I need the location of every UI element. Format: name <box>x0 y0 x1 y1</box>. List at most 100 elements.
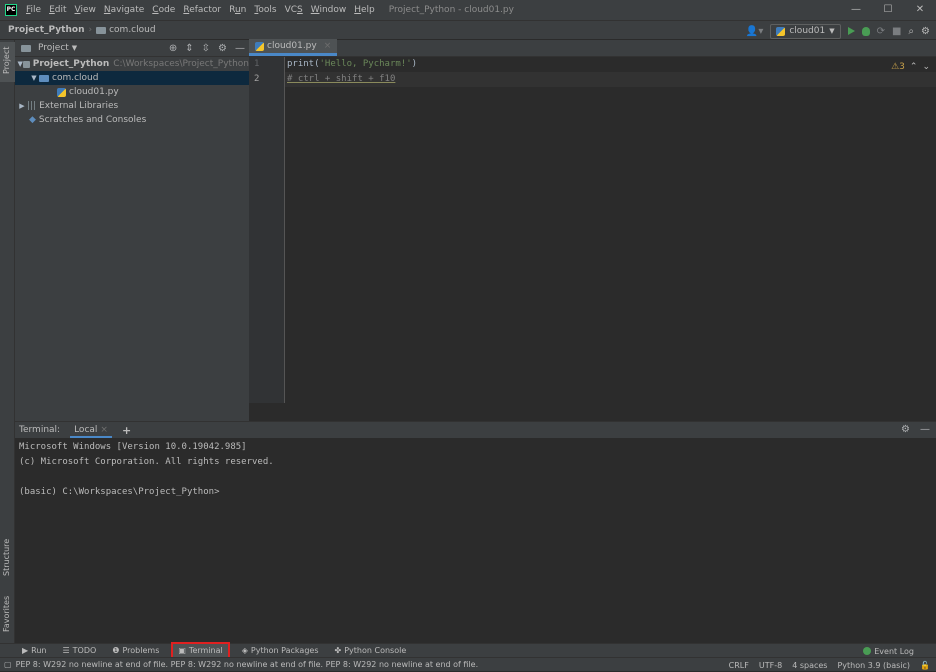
tool-tab-python-console[interactable]: ✤ Python Console <box>333 644 409 658</box>
left-tool-strip: Project Structure Favorites <box>0 40 15 643</box>
event-log-icon <box>863 647 872 655</box>
tool-tab-structure-label: Structure <box>2 538 11 576</box>
gear-icon[interactable]: ⚙ <box>218 43 227 54</box>
tool-tab-label: TODO <box>72 646 97 655</box>
indent-widget[interactable]: 4 spaces <box>792 661 827 670</box>
run-icon[interactable] <box>847 27 855 35</box>
tree-item-scratches[interactable]: ◆ Scratches and Consoles <box>15 113 249 127</box>
close-button[interactable]: ✕ <box>904 0 936 20</box>
tree-item-label: Project_Python <box>32 59 110 69</box>
gear-icon[interactable]: ⚙ <box>901 424 910 435</box>
folder-icon <box>23 60 30 68</box>
minimize-button[interactable]: — <box>840 0 872 20</box>
chevron-down-icon[interactable]: ▼ <box>29 74 39 82</box>
menu-file[interactable]: File <box>22 5 45 15</box>
tree-item-cloud01-py[interactable]: cloud01.py <box>15 85 249 99</box>
tree-item-external-libraries[interactable]: ▶ ||| External Libraries <box>15 99 249 113</box>
project-panel: Project ▼ ⊕ ⇕ ⇳ ⚙ — ▼ Project_Python C:\… <box>15 40 249 421</box>
collapse-all-icon[interactable]: ⇳ <box>202 43 210 54</box>
code-line[interactable]: # ctrl + shift + f10 <box>285 72 936 87</box>
project-view-icon <box>21 44 31 52</box>
code-editor[interactable]: print('Hello, Pycharm!') # ctrl + shift … <box>285 57 936 403</box>
chevron-down-icon[interactable]: ▼ <box>72 44 77 52</box>
gear-icon[interactable]: ⚙ <box>921 26 930 37</box>
window-title: Project_Python - cloud01.py <box>388 5 514 15</box>
folder-icon <box>96 26 107 34</box>
breadcrumb-folder[interactable]: com.cloud <box>109 25 155 35</box>
scratches-icon: ◆ <box>29 115 36 125</box>
search-icon[interactable]: ⌕ <box>908 26 914 37</box>
status-bar: ▢ PEP 8: W292 no newline at end of file.… <box>0 657 936 671</box>
stop-icon[interactable]: ■ <box>892 26 901 37</box>
menu-edit[interactable]: Edit <box>45 5 70 15</box>
chevron-right-icon[interactable]: ▶ <box>17 102 27 110</box>
line-separator-widget[interactable]: CRLF <box>729 661 749 670</box>
tool-tab-terminal[interactable]: ▣ Terminal <box>171 641 230 660</box>
editor-area: cloud01.py × 1 2 print('Hello, Pycharm!'… <box>249 39 936 421</box>
breadcrumb-project[interactable]: Project_Python <box>8 25 84 35</box>
menu-window[interactable]: Window <box>307 5 351 15</box>
tool-tab-favorites-label: Favorites <box>2 595 11 632</box>
terminal-tab-local[interactable]: Local × <box>70 422 112 439</box>
status-message[interactable]: PEP 8: W292 no newline at end of file. P… <box>16 660 479 669</box>
code-line[interactable]: print('Hello, Pycharm!') <box>285 57 936 72</box>
new-terminal-button[interactable]: + <box>122 424 131 437</box>
menu-navigate[interactable]: Navigate <box>100 5 148 15</box>
encoding-widget[interactable]: UTF-8 <box>759 661 782 670</box>
event-log-button[interactable]: Event Log <box>863 644 914 658</box>
todo-icon: ☰ <box>62 646 70 655</box>
line-gutter: 1 2 <box>249 57 285 403</box>
tree-item-label: cloud01.py <box>69 87 119 97</box>
menu-refactor[interactable]: Refactor <box>179 5 225 15</box>
tool-tab-problems[interactable]: ❶ Problems <box>110 644 161 658</box>
close-tab-icon[interactable]: × <box>100 425 108 435</box>
lock-icon[interactable]: 🔓 <box>920 661 930 670</box>
locate-icon[interactable]: ⊕ <box>169 43 177 54</box>
editor-tab-cloud01[interactable]: cloud01.py × <box>249 39 338 56</box>
coverage-icon[interactable]: ⟳ <box>877 26 885 37</box>
run-config-selector[interactable]: cloud01 ▼ <box>770 23 841 39</box>
menu-run[interactable]: Run <box>225 5 250 15</box>
close-tab-icon[interactable]: × <box>324 41 332 51</box>
library-icon: ||| <box>27 101 37 111</box>
package-folder-icon <box>39 74 49 82</box>
tool-windows-icon[interactable]: ▢ <box>4 660 12 669</box>
interpreter-widget[interactable]: Python 3.9 (basic) <box>837 661 910 670</box>
navigation-bar: Project_Python › com.cloud 👤▾ cloud01 ▼ … <box>0 20 936 40</box>
tool-tab-python-packages[interactable]: ◈ Python Packages <box>240 644 321 658</box>
expand-all-icon[interactable]: ⇕ <box>185 43 193 54</box>
hide-icon[interactable]: — <box>920 424 930 435</box>
tool-tab-project[interactable]: Project <box>0 42 15 82</box>
chevron-down-icon: ▼ <box>829 27 835 35</box>
breadcrumb-separator: › <box>88 25 93 35</box>
terminal-line: Microsoft Windows [Version 10.0.19042.98… <box>19 442 247 452</box>
menu-vcs[interactable]: VCS <box>281 5 307 15</box>
tool-tab-label: Problems <box>122 646 160 655</box>
inspection-widget[interactable]: ⚠3 ⌃ ⌄ <box>891 62 930 72</box>
tool-tab-favorites[interactable]: Favorites <box>0 588 15 638</box>
tree-item-label: com.cloud <box>52 73 99 83</box>
project-view-selector[interactable]: Project <box>38 43 69 53</box>
menu-view[interactable]: View <box>71 5 100 15</box>
tree-item-project-root[interactable]: ▼ Project_Python C:\Workspaces\Project_P… <box>15 57 249 71</box>
user-icon[interactable]: 👤▾ <box>746 26 763 37</box>
problems-icon: ❶ <box>112 646 120 655</box>
previous-highlight-icon[interactable]: ⌃ <box>910 62 918 72</box>
terminal-output[interactable]: Microsoft Windows [Version 10.0.19042.98… <box>15 438 936 643</box>
code-token-comment: # ctrl + shift + f10 <box>287 74 396 84</box>
tree-item-label: External Libraries <box>39 101 119 111</box>
project-tree: ▼ Project_Python C:\Workspaces\Project_P… <box>15 57 249 127</box>
debug-icon[interactable] <box>861 26 870 36</box>
menu-code[interactable]: Code <box>148 5 179 15</box>
next-highlight-icon[interactable]: ⌄ <box>922 62 930 72</box>
tool-tab-run[interactable]: ▶ Run <box>20 644 49 658</box>
warning-icon: ⚠3 <box>891 62 905 72</box>
maximize-button[interactable]: ☐ <box>872 0 904 20</box>
menu-tools[interactable]: Tools <box>250 5 280 15</box>
menu-help[interactable]: Help <box>350 5 379 15</box>
tool-tab-structure[interactable]: Structure <box>0 532 15 582</box>
hide-icon[interactable]: — <box>235 43 245 54</box>
tree-item-com-cloud[interactable]: ▼ com.cloud <box>15 71 249 85</box>
tool-tab-todo[interactable]: ☰ TODO <box>61 644 99 658</box>
